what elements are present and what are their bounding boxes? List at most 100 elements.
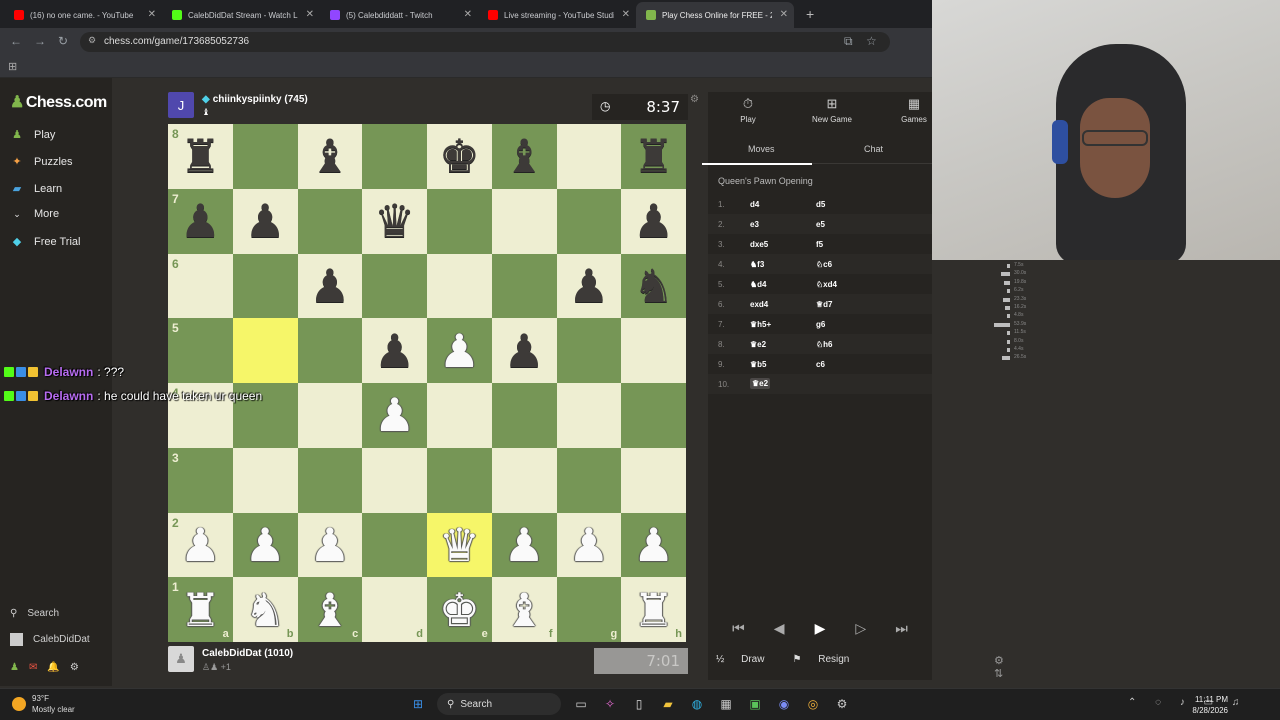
square-a2[interactable]: 2 ♟ bbox=[168, 512, 233, 578]
sidebar-profile[interactable]: CalebDidDat bbox=[10, 633, 90, 646]
square-g1[interactable]: g bbox=[556, 577, 622, 642]
square-a3[interactable]: 3 bbox=[168, 447, 233, 513]
previous-move-button[interactable]: ◀ bbox=[759, 614, 800, 642]
square-c7[interactable] bbox=[297, 188, 363, 254]
chess-board[interactable]: 8 ♜ ♝ ♚ ♝ ♜ 7 ♟ ♟ ♛ ♟ 6 ♟ ♟ ♞ 5 ♟ ♟ ♟ 4 ♟ 3 2 ♟ ♟ ♟ ♛ ♟ ♟ ♟ 1 a ♜ b ♞ c ♝ d e ♚… bbox=[168, 124, 686, 642]
black-move[interactable]: c6 bbox=[816, 360, 825, 369]
black-knight-piece[interactable]: ♞ bbox=[633, 263, 674, 309]
square-b7[interactable]: ♟ bbox=[232, 188, 298, 254]
square-e6[interactable] bbox=[427, 253, 492, 319]
square-b6[interactable] bbox=[232, 253, 298, 319]
apps-grid-icon[interactable]: ⊞ bbox=[8, 60, 17, 73]
forward-icon[interactable]: → bbox=[34, 34, 46, 48]
sidebar-search[interactable]: ⚲ Search bbox=[10, 608, 59, 619]
white-pawn-piece[interactable]: ♟ bbox=[504, 522, 545, 568]
square-b3[interactable] bbox=[232, 447, 298, 513]
square-f4[interactable] bbox=[491, 383, 557, 448]
friends-icon[interactable]: ♟ bbox=[10, 662, 29, 673]
square-b2[interactable]: ♟ bbox=[232, 512, 298, 578]
white-move[interactable]: ♛e2 bbox=[750, 340, 766, 349]
square-a5[interactable]: 5 bbox=[168, 318, 233, 383]
edge-icon[interactable]: ◍ bbox=[687, 694, 707, 714]
square-c8[interactable]: ♝ bbox=[297, 124, 363, 189]
square-g2[interactable]: ♟ bbox=[556, 512, 622, 578]
square-e1[interactable]: e ♚ bbox=[427, 577, 492, 642]
close-icon[interactable]: ✕ bbox=[464, 9, 472, 20]
white-move[interactable]: ♛e2 bbox=[750, 378, 771, 389]
black-move[interactable]: ♘c6 bbox=[816, 260, 832, 269]
sidebar-item-play[interactable]: ♟ Play bbox=[10, 128, 55, 142]
close-icon[interactable]: ✕ bbox=[148, 9, 156, 20]
square-e8[interactable]: ♚ bbox=[427, 124, 492, 189]
square-g6[interactable]: ♟ bbox=[556, 253, 622, 319]
square-f6[interactable] bbox=[491, 253, 557, 319]
chesscom-logo[interactable]: ♟ Chess.com bbox=[10, 92, 107, 112]
browser-tab[interactable]: (16) no one came. - YouTube ✕ bbox=[4, 2, 162, 28]
black-pawn-piece[interactable]: ♟ bbox=[374, 328, 415, 374]
black-move[interactable]: d5 bbox=[816, 200, 825, 209]
square-f5[interactable]: ♟ bbox=[491, 318, 557, 383]
task-view-icon[interactable]: ▭ bbox=[571, 694, 591, 714]
draw-button[interactable]: ½ Draw bbox=[716, 654, 778, 665]
white-pawn-piece[interactable]: ♟ bbox=[180, 522, 221, 568]
black-move[interactable]: g6 bbox=[816, 320, 825, 329]
square-f1[interactable]: f ♝ bbox=[491, 577, 557, 642]
white-pawn-piece[interactable]: ♟ bbox=[309, 522, 350, 568]
back-icon[interactable]: ← bbox=[10, 34, 22, 48]
first-move-button[interactable]: ⏮ bbox=[718, 614, 759, 642]
discord-icon[interactable]: ◉ bbox=[774, 694, 794, 714]
square-g4[interactable] bbox=[556, 383, 622, 448]
subtab-moves[interactable]: Moves bbox=[702, 144, 811, 165]
url-field[interactable]: ⚙ chess.com/game/173685052736 bbox=[80, 32, 890, 52]
square-e3[interactable] bbox=[427, 447, 492, 513]
notifications-icon[interactable]: 🔔 bbox=[47, 662, 69, 673]
browser-tab[interactable]: CalebDidDat Stream - Watch Li ✕ bbox=[162, 2, 320, 28]
subtab-chat[interactable]: Chat bbox=[864, 144, 883, 154]
white-bishop-piece[interactable]: ♝ bbox=[309, 587, 350, 633]
bookmark-star-icon[interactable]: ☆ bbox=[866, 34, 877, 48]
white-move[interactable]: d4 bbox=[750, 200, 759, 209]
sidebar-item-free-trial[interactable]: ◆ Free Trial bbox=[10, 235, 81, 249]
black-bishop-piece[interactable]: ♝ bbox=[504, 133, 545, 179]
system-tray[interactable]: ⌃ ◌ ♪ ▭ ♫ bbox=[1128, 697, 1247, 708]
white-rook-piece[interactable]: ♜ bbox=[633, 587, 674, 633]
white-pawn-piece[interactable]: ♟ bbox=[439, 328, 480, 374]
black-queen-piece[interactable]: ♛ bbox=[374, 198, 415, 244]
square-h2[interactable]: ♟ bbox=[621, 512, 686, 578]
player-avatar[interactable]: ♟ bbox=[168, 646, 194, 672]
square-a1[interactable]: 1 a ♜ bbox=[168, 577, 233, 642]
square-h4[interactable] bbox=[621, 383, 686, 448]
black-move[interactable]: ♘xd4 bbox=[816, 280, 837, 289]
white-rook-piece[interactable]: ♜ bbox=[180, 587, 221, 633]
browser-tab[interactable]: Live streaming - YouTube Studi ✕ bbox=[478, 2, 636, 28]
player-name[interactable]: CalebDidDat (1010) bbox=[202, 648, 293, 659]
square-h1[interactable]: h ♜ bbox=[621, 577, 686, 642]
sidebar-item-puzzles[interactable]: ✦ Puzzles bbox=[10, 155, 72, 169]
black-move[interactable]: e5 bbox=[816, 220, 825, 229]
black-rook-piece[interactable]: ♜ bbox=[633, 133, 674, 179]
file-explorer-icon[interactable]: ▰ bbox=[658, 694, 678, 714]
browser-tab[interactable]: (5) Calebdiddatt - Twitch ✕ bbox=[320, 2, 478, 28]
square-c3[interactable] bbox=[297, 447, 363, 513]
tab-new-game[interactable]: ⊞ New Game bbox=[802, 96, 862, 124]
white-pawn-piece[interactable]: ♟ bbox=[633, 522, 674, 568]
square-d5[interactable]: ♟ bbox=[362, 318, 427, 383]
square-c1[interactable]: c ♝ bbox=[297, 577, 363, 642]
taskbar-search[interactable]: ⚲ Search bbox=[437, 693, 561, 715]
reload-icon[interactable]: ↻ bbox=[58, 34, 68, 48]
play-moves-button[interactable]: ▶ bbox=[800, 614, 841, 642]
square-b5[interactable] bbox=[232, 318, 298, 383]
share-icon[interactable]: ⚙ ⇅ bbox=[994, 654, 1004, 680]
square-h6[interactable]: ♞ bbox=[621, 253, 686, 319]
opponent-avatar[interactable]: J bbox=[168, 92, 194, 118]
sidebar-item-learn[interactable]: ▰ Learn bbox=[10, 182, 62, 196]
white-move[interactable]: ♛h5+ bbox=[750, 320, 771, 329]
white-move[interactable]: ♞d4 bbox=[750, 280, 767, 289]
white-pawn-piece[interactable]: ♟ bbox=[568, 522, 609, 568]
black-pawn-piece[interactable]: ♟ bbox=[245, 198, 286, 244]
close-icon[interactable]: ✕ bbox=[622, 9, 630, 20]
square-f7[interactable] bbox=[491, 188, 557, 254]
copilot-icon[interactable]: ✧ bbox=[600, 694, 620, 714]
square-e4[interactable] bbox=[427, 383, 492, 448]
white-move[interactable]: exd4 bbox=[750, 300, 768, 309]
